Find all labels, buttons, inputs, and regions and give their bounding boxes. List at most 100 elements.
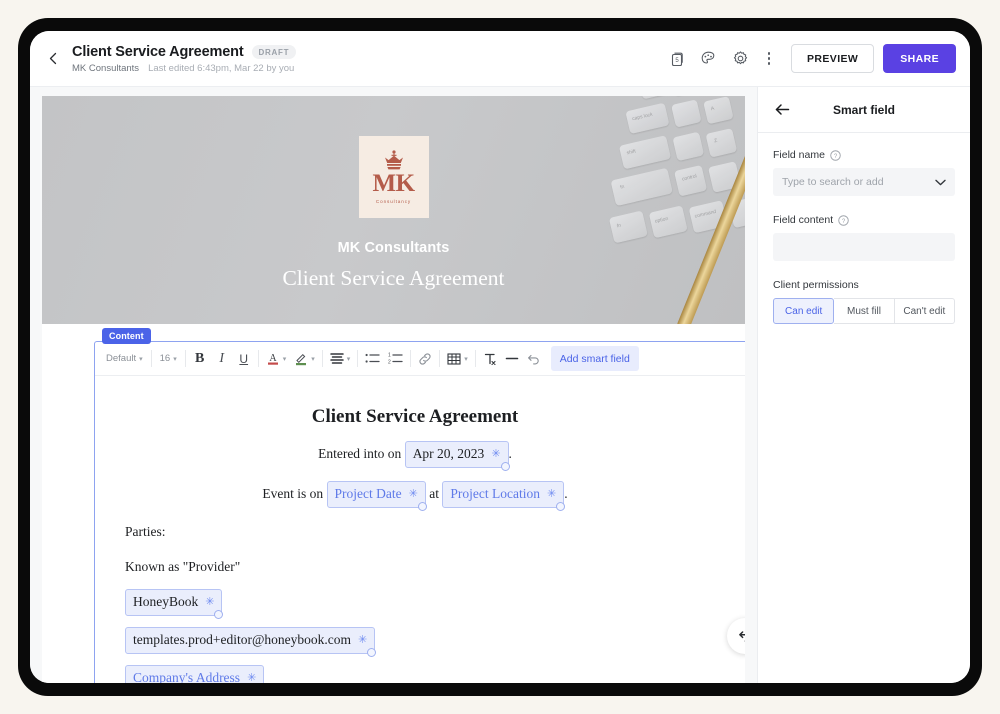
chip-label: HoneyBook xyxy=(133,594,199,609)
workspace: tab caps lock shift Q A Z fn control fn … xyxy=(30,87,970,683)
divider xyxy=(184,350,186,367)
document-page: tab caps lock shift Q A Z fn control fn … xyxy=(42,96,745,683)
client-permissions-label: Client permissions xyxy=(773,279,859,291)
document-body[interactable]: Client Service Agreement Entered into on… xyxy=(95,376,745,683)
preview-button[interactable]: PREVIEW xyxy=(791,44,875,73)
event-line: Event is on Project Date ✳ at Project Lo… xyxy=(125,481,705,511)
horizontal-rule-icon xyxy=(505,357,519,360)
permissions-segmented-control: Can edit Must fill Can't edit xyxy=(773,298,955,324)
smart-field-chip-company-email[interactable]: templates.prod+editor@honeybook.com ✳ xyxy=(125,627,377,657)
keyboard-illustration: tab caps lock shift Q A Z fn control fn … xyxy=(520,96,745,324)
party-chip-row: templates.prod+editor@honeybook.com ✳ xyxy=(125,627,705,657)
font-size-value: 16 xyxy=(159,353,171,364)
link-button[interactable] xyxy=(414,346,436,372)
field-name-label: Field name xyxy=(773,149,825,161)
highlighter-icon xyxy=(296,353,307,366)
help-icon[interactable]: ? xyxy=(830,149,841,161)
chevron-down-icon: ▾ xyxy=(464,355,468,363)
smart-field-chip-project-location[interactable]: Project Location ✳ xyxy=(442,481,566,511)
smart-field-panel: Smart field Field name ? Type to search … xyxy=(757,87,970,683)
help-icon[interactable]: ? xyxy=(838,214,849,226)
chip-label: Project Location xyxy=(450,486,540,501)
entered-into-prefix: Entered into on xyxy=(318,446,402,461)
text-color-button[interactable]: A ▾ xyxy=(262,346,291,372)
parties-label: Parties: xyxy=(125,524,166,539)
smart-field-chip-date[interactable]: Apr 20, 2023 ✳ xyxy=(404,441,510,471)
back-button[interactable] xyxy=(40,46,66,72)
chevron-down-icon: ▾ xyxy=(139,355,143,363)
undo-button[interactable] xyxy=(523,346,545,372)
subtitle-row: MK Consultants Last edited 6:43pm, Mar 2… xyxy=(72,63,296,74)
svg-text:2: 2 xyxy=(388,359,391,365)
field-content-label-row: Field content ? xyxy=(773,214,955,226)
text-color-icon: A xyxy=(267,353,278,365)
divider xyxy=(410,350,412,367)
client-permissions-group: Client permissions Can edit Must fill Ca… xyxy=(773,279,955,324)
numbered-list-button[interactable]: 1 2 xyxy=(384,346,407,372)
permission-must-fill[interactable]: Must fill xyxy=(834,298,895,324)
logo-text: MK xyxy=(372,170,415,197)
gear-icon[interactable] xyxy=(725,44,755,74)
asterisk-icon: ✳ xyxy=(247,671,257,683)
chevron-down-icon: ▾ xyxy=(173,355,177,363)
font-style-dropdown[interactable]: Default ▾ xyxy=(101,346,148,372)
chevron-left-icon xyxy=(49,52,56,65)
chip-label: templates.prod+editor@honeybook.com xyxy=(133,632,351,647)
panel-header: Smart field xyxy=(758,87,970,133)
clear-format-button[interactable] xyxy=(479,346,501,372)
underline-button[interactable]: U xyxy=(233,346,255,372)
palette-icon[interactable] xyxy=(693,44,723,74)
bold-button[interactable]: B xyxy=(189,346,211,372)
permission-cant-edit[interactable]: Can't edit xyxy=(894,298,955,324)
horizontal-rule-button[interactable] xyxy=(501,346,523,372)
kebab-menu-icon[interactable] xyxy=(759,44,779,74)
chevron-down-icon: ▾ xyxy=(282,355,287,363)
chevron-down-icon: ▾ xyxy=(311,355,315,363)
undo-floating-button[interactable] xyxy=(727,618,745,654)
add-smart-field-button[interactable]: Add smart field xyxy=(550,346,639,371)
smart-field-chip-company-name[interactable]: HoneyBook ✳ xyxy=(125,589,224,619)
party-chip-row: Company's Address ✳ xyxy=(125,665,705,683)
content-block-tag: Content xyxy=(102,328,151,344)
highlight-button[interactable]: ▾ xyxy=(290,346,319,372)
event-suffix: . xyxy=(564,486,568,501)
permission-can-edit[interactable]: Can edit xyxy=(773,298,835,324)
smart-field-chip-company-address[interactable]: Company's Address ✳ xyxy=(125,665,265,683)
table-button[interactable]: ▾ xyxy=(443,346,472,372)
banner-title: Client Service Agreement xyxy=(282,266,505,290)
smart-field-chip-project-date[interactable]: Project Date ✳ xyxy=(326,481,428,511)
field-name-group: Field name ? Type to search or add xyxy=(773,149,955,196)
bullet-list-icon xyxy=(365,353,380,363)
app-screen: Client Service Agreement DRAFT MK Consul… xyxy=(30,31,970,683)
field-content-input[interactable] xyxy=(773,233,955,261)
field-name-input[interactable]: Type to search or add xyxy=(773,168,955,196)
panel-back-button[interactable] xyxy=(772,100,792,120)
field-content-group: Field content ? xyxy=(773,214,955,261)
svg-text:1: 1 xyxy=(388,353,391,359)
clear-format-icon xyxy=(484,353,496,365)
asterisk-icon: ✳ xyxy=(358,633,368,646)
arrow-left-icon xyxy=(775,104,789,115)
bullet-list-button[interactable] xyxy=(361,346,384,372)
pages-count-icon[interactable]: 5 xyxy=(661,44,691,74)
chip-label: Company's Address xyxy=(133,670,241,683)
undo-icon xyxy=(527,354,539,365)
field-name-label-row: Field name ? xyxy=(773,149,955,161)
entered-into-suffix: . xyxy=(508,446,512,461)
panel-body: Field name ? Type to search or add Field… xyxy=(758,133,970,342)
top-bar-actions: 5 PREVIEW SHARE xyxy=(661,44,956,74)
event-middle: at xyxy=(429,486,439,501)
entered-into-line: Entered into on Apr 20, 2023 ✳ . xyxy=(125,441,705,471)
share-button[interactable]: SHARE xyxy=(883,44,956,73)
document-banner[interactable]: tab caps lock shift Q A Z fn control fn … xyxy=(42,96,745,324)
permissions-label-row: Client permissions xyxy=(773,279,955,291)
divider xyxy=(357,350,359,367)
align-button[interactable]: ▾ xyxy=(326,346,355,372)
italic-button[interactable]: I xyxy=(211,346,233,372)
title-row: Client Service Agreement DRAFT xyxy=(72,43,297,60)
company-logo: MK Consultancy xyxy=(358,136,429,218)
page-title: Client Service Agreement xyxy=(72,43,244,60)
align-icon xyxy=(330,353,344,364)
font-size-dropdown[interactable]: 16 ▾ xyxy=(155,346,182,372)
banner-company-name: MK Consultants xyxy=(337,240,450,256)
